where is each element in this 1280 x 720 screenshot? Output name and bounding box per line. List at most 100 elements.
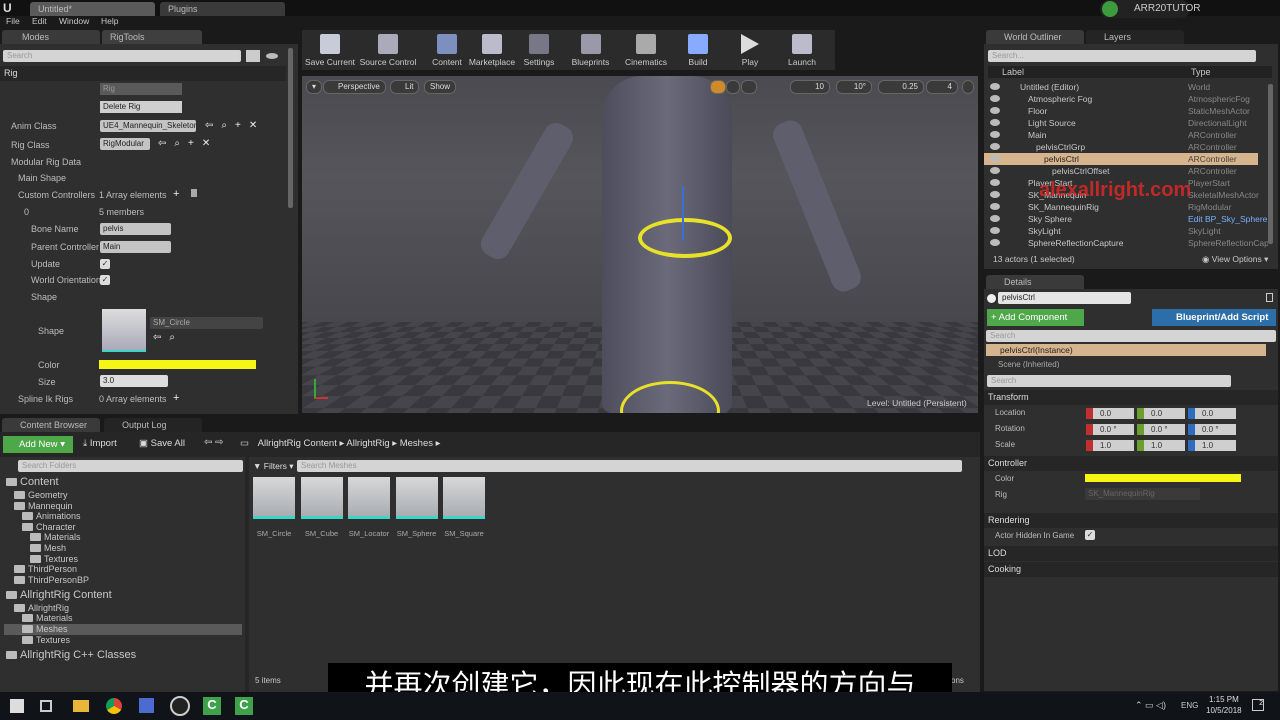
- folder-item[interactable]: Animations: [22, 511, 81, 522]
- build-button[interactable]: Build: [682, 30, 714, 70]
- visibility-eye-icon[interactable]: [990, 215, 1000, 222]
- main-shape[interactable]: Main Shape: [18, 173, 66, 183]
- maximize-viewport-button[interactable]: [962, 80, 974, 94]
- rotation-label[interactable]: Rotation: [995, 424, 1025, 433]
- save-current-button[interactable]: Save Current: [302, 30, 358, 70]
- visibility-eye-icon[interactable]: [990, 191, 1000, 198]
- blueprint-add-script-button[interactable]: Blueprint/Add Script: [1152, 309, 1276, 326]
- outliner-row[interactable]: Sky Sphere Edit BP_Sky_Sphere: [984, 213, 1267, 225]
- add-new-button[interactable]: Add New ▾: [3, 436, 73, 453]
- outliner-row[interactable]: SK_MannequinRig RigModular: [984, 201, 1258, 213]
- outliner-view-options[interactable]: ◉ View Options ▾: [1202, 254, 1268, 265]
- location-label[interactable]: Location: [995, 408, 1025, 417]
- crumb-1[interactable]: AllrightRig Content: [258, 438, 337, 449]
- tab-layers[interactable]: Layers: [1086, 30, 1184, 44]
- lock-icon[interactable]: [1266, 293, 1273, 302]
- blueprints-button[interactable]: Blueprints: [568, 30, 613, 70]
- element-members[interactable]: 5 members: [99, 207, 144, 217]
- grid-snap-button[interactable]: 10: [790, 80, 830, 94]
- marketplace-button[interactable]: Marketplace: [467, 30, 517, 70]
- tab-content-browser[interactable]: Content Browser: [2, 418, 100, 432]
- save-all-button[interactable]: ▣ Save All: [139, 438, 185, 449]
- visibility-eye-icon[interactable]: [990, 227, 1000, 234]
- rendering-section[interactable]: Rendering: [984, 513, 1278, 528]
- crumb-2[interactable]: AllrightRig: [346, 438, 389, 449]
- modular-rig-data[interactable]: Modular Rig Data: [11, 157, 81, 167]
- asset-thumbnail[interactable]: [443, 477, 485, 519]
- rigtools-scrollbar[interactable]: [288, 48, 293, 208]
- shape-dropdown[interactable]: SM_Circle: [150, 317, 263, 329]
- details-search[interactable]: Search: [987, 375, 1231, 387]
- add-element-icon[interactable]: +: [173, 188, 179, 200]
- parent-controller-dropdown[interactable]: Main: [100, 241, 171, 253]
- size-input[interactable]: 3.0: [100, 375, 168, 387]
- transform-gizmo[interactable]: [682, 186, 684, 241]
- visibility-eye-icon[interactable]: [990, 83, 1000, 90]
- cinematics-button[interactable]: Cinematics: [622, 30, 670, 70]
- tab-details[interactable]: Details: [986, 275, 1084, 289]
- outliner-row[interactable]: Floor StaticMeshActor: [984, 105, 1258, 117]
- notification-icon[interactable]: 2: [1252, 699, 1264, 711]
- menu-edit[interactable]: Edit: [32, 16, 47, 26]
- visibility-eye-icon[interactable]: [990, 167, 1000, 174]
- task-view-icon[interactable]: [40, 700, 52, 712]
- show-button[interactable]: Show: [424, 80, 457, 94]
- outliner-scrollbar[interactable]: [1268, 84, 1273, 244]
- rig-field[interactable]: Rig: [100, 83, 182, 95]
- actor-type[interactable]: Edit BP_Sky_Sphere: [1188, 213, 1268, 225]
- col-label[interactable]: Label: [1002, 67, 1024, 77]
- color-label[interactable]: Color: [38, 360, 60, 370]
- scale-label[interactable]: Scale: [995, 440, 1015, 449]
- anim-class-dropdown[interactable]: UE4_Mannequin_Skeleton: [100, 120, 196, 132]
- outliner-row[interactable]: Main ARController: [984, 129, 1258, 141]
- loc-y-input[interactable]: 0.0: [1137, 408, 1185, 419]
- controller-color-label[interactable]: Color: [995, 474, 1014, 483]
- asset-thumbnail[interactable]: [300, 477, 343, 519]
- shape-thumbnail[interactable]: [102, 309, 146, 352]
- settings-button[interactable]: Settings: [519, 30, 559, 70]
- tab-output-log[interactable]: Output Log: [104, 418, 202, 432]
- update-checkbox[interactable]: ✓: [100, 259, 110, 269]
- actor-hidden-checkbox[interactable]: ✓: [1085, 530, 1095, 540]
- spline-add-icon[interactable]: +: [173, 392, 179, 404]
- import-button[interactable]: ⤓ Import: [83, 438, 117, 449]
- asset-thumbnail[interactable]: [395, 477, 438, 519]
- file-explorer-icon[interactable]: [73, 700, 89, 712]
- visibility-eye-icon[interactable]: [990, 107, 1000, 114]
- unreal-app-icon[interactable]: [170, 696, 190, 716]
- rig-section[interactable]: Rig: [0, 66, 286, 81]
- menu-file[interactable]: File: [6, 16, 20, 26]
- filters-button[interactable]: ▼ Filters ▾: [253, 461, 294, 472]
- component-scene[interactable]: Scene (Inherited): [998, 360, 1059, 368]
- camtasia2-icon[interactable]: C: [235, 697, 253, 715]
- lod-section[interactable]: LOD: [984, 546, 1278, 561]
- outliner-row[interactable]: pelvisCtrlOffset ARController: [984, 165, 1258, 177]
- nav-back-forward[interactable]: ⇦ ⇨: [204, 437, 224, 448]
- folder-item[interactable]: Content: [6, 477, 59, 488]
- tab-plugins[interactable]: Plugins: [160, 2, 285, 16]
- folder-item[interactable]: Mesh: [30, 543, 66, 554]
- shape-group[interactable]: Shape: [31, 292, 57, 302]
- search-folders[interactable]: Search Folders: [18, 460, 243, 472]
- view-options-icon[interactable]: [246, 50, 260, 62]
- controller-section[interactable]: Controller: [984, 456, 1278, 471]
- visibility-eye-icon[interactable]: [990, 119, 1000, 126]
- color-swatch[interactable]: [99, 360, 256, 369]
- outliner-row[interactable]: Light Source DirectionalLight: [984, 117, 1258, 129]
- tray-icons[interactable]: ⌃ ▭ ◁): [1135, 700, 1166, 711]
- folder-item[interactable]: AllrightRig C++ Classes: [6, 649, 136, 661]
- content-button[interactable]: Content: [426, 30, 468, 70]
- play-button[interactable]: Play: [734, 30, 766, 70]
- spline-ik-label[interactable]: Spline Ik Rigs: [18, 394, 73, 404]
- asset-label[interactable]: SM_Cube: [298, 529, 346, 538]
- scl-x-input[interactable]: 1.0: [1086, 440, 1134, 451]
- rig-class-dropdown[interactable]: RigModular: [100, 138, 150, 150]
- viewport-options-button[interactable]: ▾: [306, 80, 323, 94]
- outliner-row[interactable]: Atmospheric Fog AtmosphericFog: [984, 93, 1258, 105]
- clock-time[interactable]: 1:15 PM: [1209, 695, 1239, 704]
- camera-speed-button[interactable]: 4: [926, 80, 958, 94]
- eye-icon[interactable]: [266, 53, 278, 59]
- visibility-eye-icon[interactable]: [990, 95, 1000, 102]
- loc-z-input[interactable]: 0.0: [1188, 408, 1236, 419]
- scl-y-input[interactable]: 1.0: [1137, 440, 1185, 451]
